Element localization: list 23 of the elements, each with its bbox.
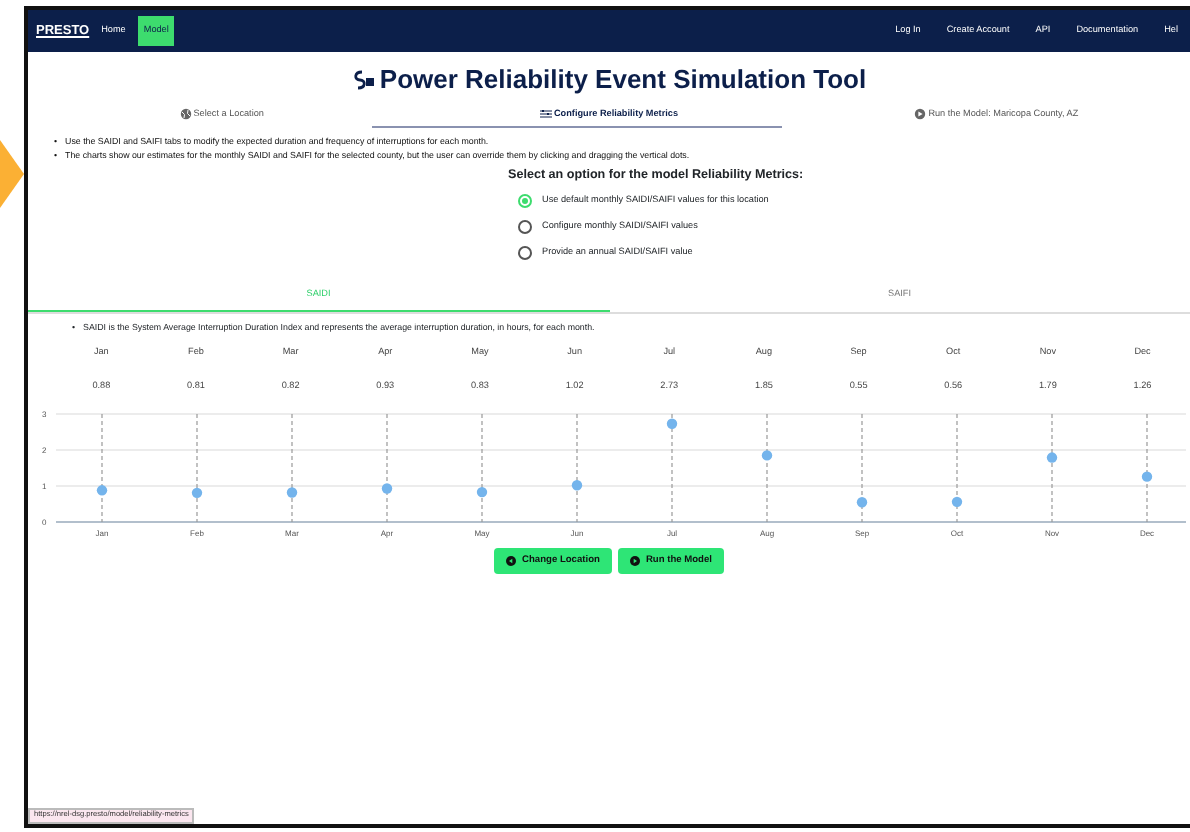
data-point[interactable] bbox=[951, 496, 963, 507]
play-icon bbox=[629, 556, 640, 567]
data-point[interactable] bbox=[1141, 471, 1153, 482]
data-point[interactable] bbox=[856, 496, 868, 508]
data-point[interactable] bbox=[96, 485, 108, 496]
data-point[interactable] bbox=[761, 450, 773, 461]
page-title: Power Reliability Event Simulation Tool bbox=[379, 62, 867, 98]
data-point[interactable] bbox=[476, 486, 488, 498]
radio-button[interactable] bbox=[518, 246, 532, 261]
arrow-marker-icon bbox=[0, 140, 24, 208]
play-icon bbox=[914, 107, 927, 120]
sliders-icon bbox=[539, 107, 552, 120]
data-point[interactable] bbox=[191, 487, 203, 498]
radio-button[interactable] bbox=[518, 220, 532, 235]
radio-button[interactable] bbox=[518, 194, 532, 209]
data-point[interactable] bbox=[571, 480, 583, 491]
data-point[interactable] bbox=[666, 418, 678, 429]
globe-icon bbox=[179, 107, 192, 120]
back-icon bbox=[506, 556, 517, 567]
data-point[interactable] bbox=[381, 483, 393, 494]
data-point[interactable] bbox=[286, 487, 298, 498]
data-point[interactable] bbox=[1046, 452, 1058, 463]
plug-icon bbox=[351, 67, 376, 92]
